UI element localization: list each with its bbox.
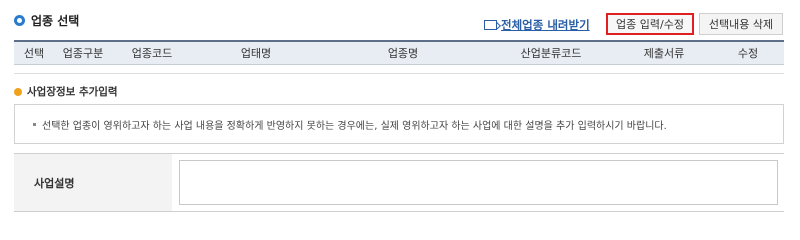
edit-industry-button[interactable]: 업종 입력/수정 [606, 13, 694, 35]
table-body-empty [14, 65, 784, 74]
business-description-input[interactable] [179, 160, 778, 205]
download-all-industries-link[interactable]: 전체업종 내려받기 [484, 17, 590, 33]
business-description-label: 사업설명 [14, 154, 172, 211]
delete-selection-button[interactable]: 선택내용 삭제 [699, 13, 783, 35]
column-header-classification-code: 산업분류코드 [520, 47, 582, 60]
column-header-business-type: 업태명 [240, 47, 272, 60]
orange-bullet-icon [14, 87, 22, 96]
business-description-wrap [172, 154, 784, 211]
column-header-type: 업종구분 [62, 47, 104, 60]
info-notice-box: 선택한 업종이 영위하고자 하는 사업 내용을 정확하게 반영하지 못하는 경우… [14, 104, 784, 144]
section-header: 업종 선택 [14, 12, 79, 29]
bullet-square-icon [33, 122, 36, 126]
column-header-industry-name: 업종명 [387, 47, 419, 60]
download-arrow-icon [484, 20, 497, 30]
subsection-header: 사업장정보 추가입력 [14, 84, 118, 99]
page-title: 업종 선택 [31, 14, 80, 28]
column-header-documents: 제출서류 [643, 47, 685, 60]
business-description-row: 사업설명 [14, 153, 784, 212]
column-header-select: 선택 [23, 47, 45, 60]
download-link-label: 전체업종 내려받기 [501, 18, 590, 32]
info-notice-text: 선택한 업종이 영위하고자 하는 사업 내용을 정확하게 반영하지 못하는 경우… [42, 120, 667, 132]
column-header-code: 업종코드 [131, 47, 173, 60]
bullet-circle-icon [14, 15, 25, 26]
industry-table-header: 선택 업종구분 업종코드 업태명 업종명 산업분류코드 제출서류 수정 [14, 40, 784, 65]
subsection-title: 사업장정보 추가입력 [27, 86, 118, 98]
column-header-edit: 수정 [737, 47, 759, 60]
